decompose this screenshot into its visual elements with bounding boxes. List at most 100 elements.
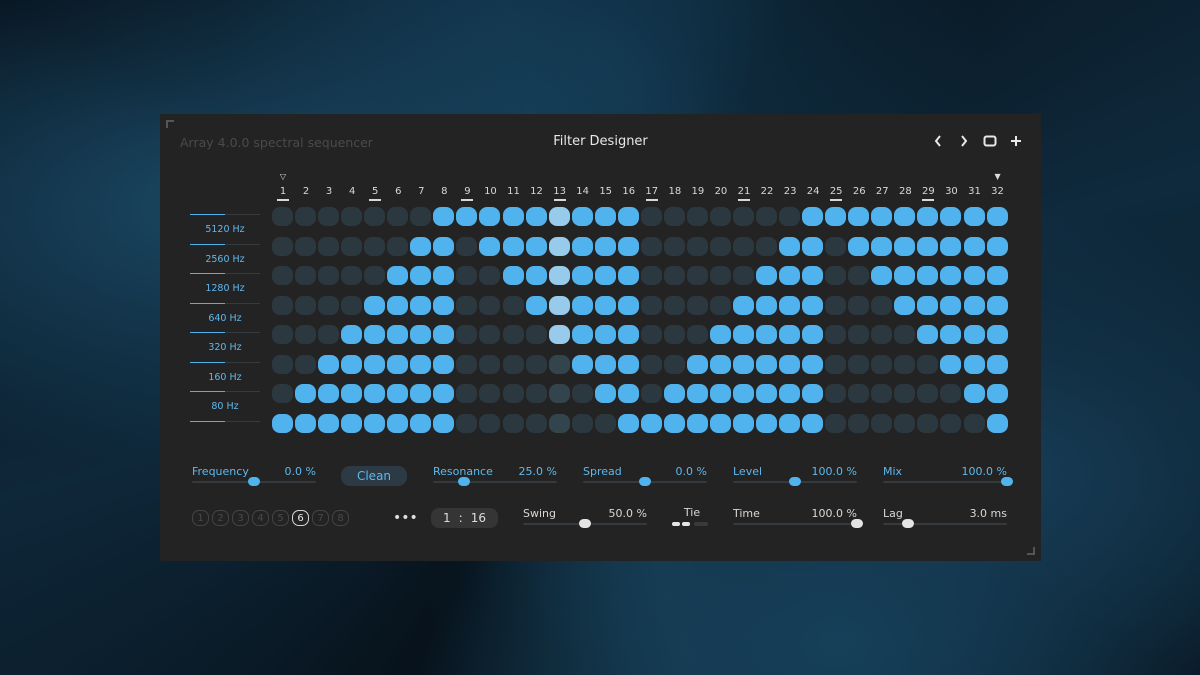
spread-knob[interactable] bbox=[639, 477, 651, 486]
grid-cell[interactable] bbox=[594, 413, 616, 433]
grid-cell[interactable] bbox=[272, 266, 293, 285]
grid-cell[interactable] bbox=[709, 236, 731, 256]
grid-cell[interactable] bbox=[548, 266, 570, 285]
grid-cell[interactable] bbox=[295, 413, 317, 433]
band-gain-slider[interactable] bbox=[190, 214, 260, 215]
grid-cell[interactable] bbox=[986, 295, 1008, 315]
grid-cell[interactable] bbox=[640, 325, 662, 344]
grid-cell[interactable] bbox=[963, 266, 985, 285]
next-preset-button[interactable] bbox=[957, 133, 971, 149]
grid-cell[interactable] bbox=[871, 207, 893, 226]
grid-cell[interactable] bbox=[986, 207, 1008, 226]
grid-cell[interactable] bbox=[479, 207, 501, 226]
grid-cell[interactable] bbox=[364, 266, 386, 285]
step-ratio[interactable]: 1 : 16 bbox=[431, 508, 498, 528]
grid-cell[interactable] bbox=[848, 354, 870, 374]
grid-cell[interactable] bbox=[502, 236, 524, 256]
grid-cell[interactable] bbox=[709, 295, 731, 315]
grid-cell[interactable] bbox=[709, 207, 731, 226]
clean-button[interactable]: Clean bbox=[341, 466, 407, 486]
grid-cell[interactable] bbox=[963, 207, 985, 226]
grid-cell[interactable] bbox=[917, 354, 939, 374]
grid-cell[interactable] bbox=[733, 384, 754, 403]
step-number[interactable]: 17 bbox=[641, 186, 663, 201]
grid-cell[interactable] bbox=[318, 354, 340, 374]
grid-cell[interactable] bbox=[387, 413, 409, 433]
pattern-slot-button[interactable]: 5 bbox=[272, 510, 289, 526]
resize-corner-bottom-right[interactable] bbox=[1027, 547, 1035, 555]
grid-cell[interactable] bbox=[318, 413, 340, 433]
grid-cell[interactable] bbox=[594, 384, 616, 403]
time-knob[interactable] bbox=[851, 519, 863, 528]
grid-cell[interactable] bbox=[917, 207, 939, 226]
grid-cell[interactable] bbox=[479, 354, 501, 374]
grid-cell[interactable] bbox=[318, 384, 340, 403]
grid-cell[interactable] bbox=[756, 295, 778, 315]
grid-cell[interactable] bbox=[318, 207, 340, 226]
grid-cell[interactable] bbox=[364, 413, 386, 433]
grid-cell[interactable] bbox=[825, 266, 847, 285]
grid-cell[interactable] bbox=[871, 295, 893, 315]
grid-cell[interactable] bbox=[940, 354, 962, 374]
grid-cell[interactable] bbox=[779, 325, 801, 344]
grid-cell[interactable] bbox=[272, 325, 293, 344]
grid-cell[interactable] bbox=[617, 413, 639, 433]
grid-cell[interactable] bbox=[640, 236, 662, 256]
grid-cell[interactable] bbox=[272, 413, 293, 433]
grid-cell[interactable] bbox=[917, 413, 939, 433]
step-number[interactable]: 25 bbox=[825, 186, 847, 201]
grid-cell[interactable] bbox=[663, 236, 685, 256]
grid-cell[interactable] bbox=[756, 413, 778, 433]
grid-cell[interactable] bbox=[272, 236, 293, 256]
grid-cell[interactable] bbox=[825, 325, 847, 344]
grid-cell[interactable] bbox=[733, 325, 754, 344]
grid-cell[interactable] bbox=[733, 295, 754, 315]
step-number[interactable]: 20 bbox=[710, 186, 732, 197]
step-number[interactable]: 13 bbox=[549, 186, 571, 201]
grid-cell[interactable] bbox=[410, 325, 432, 344]
step-number[interactable]: 28 bbox=[894, 186, 916, 197]
step-number[interactable]: 12 bbox=[526, 186, 548, 197]
grid-cell[interactable] bbox=[663, 295, 685, 315]
grid-cell[interactable] bbox=[802, 236, 824, 256]
grid-cell[interactable] bbox=[341, 207, 363, 226]
grid-cell[interactable] bbox=[318, 266, 340, 285]
grid-cell[interactable] bbox=[387, 266, 409, 285]
grid-cell[interactable] bbox=[502, 413, 524, 433]
resize-corner-top-left[interactable] bbox=[166, 120, 174, 128]
grid-cell[interactable] bbox=[502, 266, 524, 285]
grid-cell[interactable] bbox=[364, 325, 386, 344]
step-number[interactable]: 31 bbox=[964, 186, 986, 197]
step-number[interactable]: 18 bbox=[664, 186, 686, 197]
grid-cell[interactable] bbox=[825, 354, 847, 374]
grid-cell[interactable] bbox=[709, 354, 731, 374]
grid-cell[interactable] bbox=[456, 413, 478, 433]
grid-cell[interactable] bbox=[663, 354, 685, 374]
grid-cell[interactable] bbox=[779, 236, 801, 256]
grid-cell[interactable] bbox=[940, 236, 962, 256]
grid-cell[interactable] bbox=[779, 354, 801, 374]
grid-cell[interactable] bbox=[894, 207, 916, 226]
grid-cell[interactable] bbox=[594, 236, 616, 256]
grid-cell[interactable] bbox=[272, 295, 293, 315]
grid-cell[interactable] bbox=[295, 266, 317, 285]
loop-end-marker[interactable]: ▼ bbox=[987, 172, 1009, 181]
grid-cell[interactable] bbox=[548, 236, 570, 256]
swing-knob[interactable] bbox=[579, 519, 591, 528]
grid-cell[interactable] bbox=[456, 384, 478, 403]
grid-cell[interactable] bbox=[272, 207, 293, 226]
grid-cell[interactable] bbox=[871, 236, 893, 256]
grid-cell[interactable] bbox=[295, 207, 317, 226]
grid-cell[interactable] bbox=[640, 384, 662, 403]
grid-cell[interactable] bbox=[341, 384, 363, 403]
grid-cell[interactable] bbox=[341, 413, 363, 433]
grid-cell[interactable] bbox=[456, 236, 478, 256]
grid-cell[interactable] bbox=[940, 266, 962, 285]
step-number[interactable]: 11 bbox=[503, 186, 525, 197]
step-number[interactable]: 9 bbox=[456, 186, 478, 201]
grid-cell[interactable] bbox=[756, 384, 778, 403]
step-number[interactable]: 5 bbox=[364, 186, 386, 201]
grid-cell[interactable] bbox=[525, 413, 547, 433]
step-number[interactable]: 23 bbox=[779, 186, 801, 197]
grid-cell[interactable] bbox=[802, 413, 824, 433]
